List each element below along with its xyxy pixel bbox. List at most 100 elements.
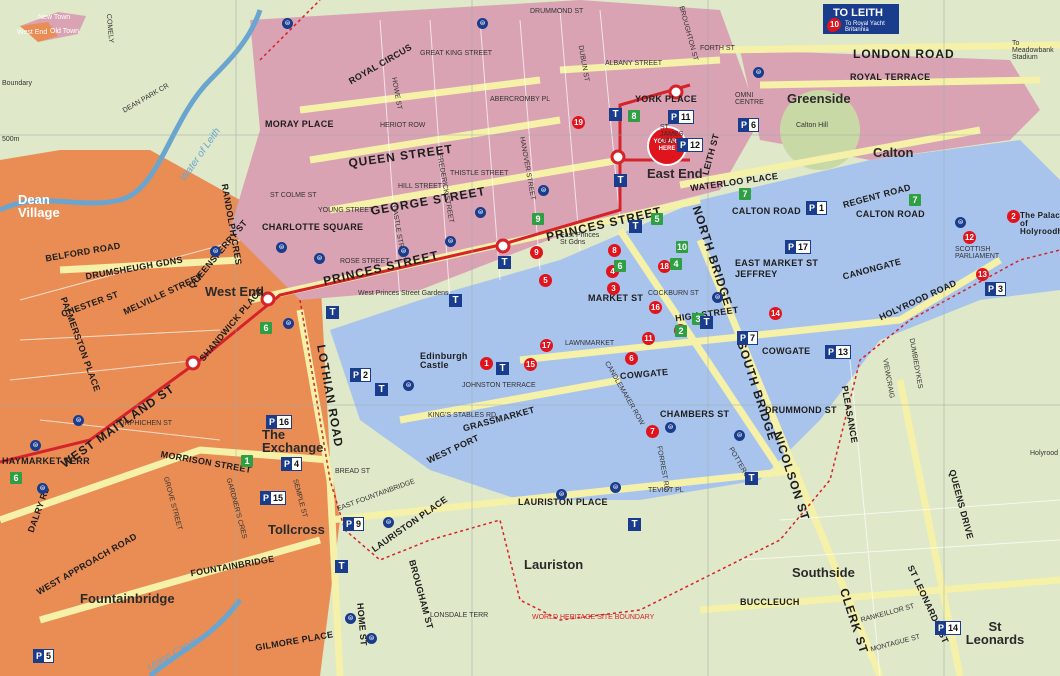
attraction-pin[interactable]: 5 bbox=[539, 274, 552, 287]
green-route-box[interactable]: 6 bbox=[260, 322, 272, 334]
bus-stop-icon[interactable]: ⊜ bbox=[276, 242, 287, 253]
street-abercromby: ABERCROMBY PL bbox=[490, 96, 551, 103]
parking-badge[interactable]: P6 bbox=[738, 118, 760, 132]
label-scottish-parliament: SCOTTISH PARLIAMENT bbox=[955, 246, 1000, 260]
street-east-market: EAST MARKET ST bbox=[735, 258, 819, 268]
bus-stop-icon[interactable]: ⊜ bbox=[403, 380, 414, 391]
attraction-pin[interactable]: 14 bbox=[769, 307, 782, 320]
street-royal-terrace: ROYAL TERRACE bbox=[850, 72, 931, 82]
parking-badge[interactable]: P2 bbox=[350, 368, 372, 382]
green-route-box[interactable]: 6 bbox=[10, 472, 22, 484]
green-route-box[interactable]: 6 bbox=[614, 260, 626, 272]
parking-badge[interactable]: P 13 bbox=[825, 345, 852, 359]
label-tollcross: Tollcross bbox=[268, 522, 325, 537]
parking-badge[interactable]: P3 bbox=[985, 282, 1007, 296]
green-route-box[interactable]: 7 bbox=[909, 194, 921, 206]
green-route-box[interactable]: 9 bbox=[532, 213, 544, 225]
tram-stop-icon[interactable]: T bbox=[335, 560, 348, 573]
tram-stop-icon[interactable]: T bbox=[614, 174, 627, 187]
street-torphichen: TORPHICHEN ST bbox=[115, 420, 173, 427]
label-dean-village: Dean Village bbox=[18, 192, 60, 220]
attraction-pin[interactable]: 12 bbox=[963, 231, 976, 244]
tram-stop-icon[interactable]: T bbox=[629, 220, 642, 233]
street-moray: MORAY PLACE bbox=[265, 119, 334, 129]
green-route-box[interactable]: 8 bbox=[628, 110, 640, 122]
bus-stop-icon[interactable]: ⊜ bbox=[538, 185, 549, 196]
bus-stop-icon[interactable]: ⊜ bbox=[283, 318, 294, 329]
attraction-pin[interactable]: 2 bbox=[1007, 210, 1020, 223]
label-to-meadowbank: To Meadowbank Stadium bbox=[1012, 40, 1054, 61]
bus-stop-icon[interactable]: ⊜ bbox=[30, 440, 41, 451]
tram-stop-icon[interactable]: T bbox=[745, 472, 758, 485]
bus-stop-icon[interactable]: ⊜ bbox=[366, 633, 377, 644]
attraction-pin[interactable]: 3 bbox=[607, 282, 620, 295]
tram-stop-icon[interactable]: T bbox=[700, 316, 713, 329]
parking-badge[interactable]: P1 bbox=[806, 201, 828, 215]
attraction-pin[interactable]: 11 bbox=[642, 332, 655, 345]
green-route-box[interactable]: 5 bbox=[651, 213, 663, 225]
attraction-pin[interactable]: 10 bbox=[828, 18, 841, 31]
tram-stop-icon[interactable]: T bbox=[628, 518, 641, 531]
green-route-box[interactable]: 4 bbox=[670, 258, 682, 270]
bus-stop-icon[interactable]: ⊜ bbox=[398, 246, 409, 257]
parking-badge[interactable]: P9 bbox=[343, 517, 365, 531]
bus-stop-icon[interactable]: ⊜ bbox=[282, 18, 293, 29]
legend-scale: 500m bbox=[2, 136, 20, 143]
parking-badge[interactable]: P 16 bbox=[266, 415, 293, 429]
bus-stop-icon[interactable]: ⊜ bbox=[477, 18, 488, 29]
attraction-pin[interactable]: 7 bbox=[646, 425, 659, 438]
street-haymarket-terr: HAYMARKET TERR bbox=[2, 456, 90, 466]
bus-stop-icon[interactable]: ⊜ bbox=[734, 430, 745, 441]
attraction-pin[interactable]: 15 bbox=[524, 358, 537, 371]
green-route-box[interactable]: 10 bbox=[676, 241, 688, 253]
tram-stop-icon[interactable]: T bbox=[609, 108, 622, 121]
bus-stop-icon[interactable]: ⊜ bbox=[955, 217, 966, 228]
attraction-pin[interactable]: 6 bbox=[625, 352, 638, 365]
bus-stop-icon[interactable]: ⊜ bbox=[383, 517, 394, 528]
attraction-pin[interactable]: 8 bbox=[608, 244, 621, 257]
bus-stop-icon[interactable]: ⊜ bbox=[73, 415, 84, 426]
bus-stop-icon[interactable]: ⊜ bbox=[475, 207, 486, 218]
parking-badge[interactable]: P 12 bbox=[677, 138, 704, 152]
parking-badge[interactable]: P5 bbox=[33, 649, 55, 663]
bus-stop-icon[interactable]: ⊜ bbox=[712, 292, 723, 303]
tram-stop-icon[interactable]: T bbox=[449, 294, 462, 307]
street-kings-stables: KING'S STABLES RD bbox=[428, 412, 497, 419]
attraction-pin[interactable]: 9 bbox=[530, 246, 543, 259]
bus-stop-icon[interactable]: ⊜ bbox=[753, 67, 764, 78]
attraction-pin[interactable]: 19 bbox=[572, 116, 585, 129]
street-young: YOUNG STREET bbox=[318, 207, 374, 214]
tram-stop-icon[interactable]: T bbox=[326, 306, 339, 319]
green-route-box[interactable]: 2 bbox=[675, 325, 687, 337]
bus-stop-icon[interactable]: ⊜ bbox=[210, 246, 221, 257]
legend-west-end: West End bbox=[17, 29, 48, 36]
green-route-box[interactable]: 7 bbox=[739, 188, 751, 200]
label-calton: Calton bbox=[873, 145, 914, 160]
street-lonsdale: LONSDALE TERR bbox=[430, 612, 489, 619]
bus-stop-icon[interactable]: ⊜ bbox=[314, 253, 325, 264]
parking-badge[interactable]: P 14 bbox=[935, 621, 962, 635]
bus-stop-icon[interactable]: ⊜ bbox=[345, 613, 356, 624]
bus-stop-icon[interactable]: ⊜ bbox=[610, 482, 621, 493]
tram-stop-icon[interactable]: T bbox=[496, 362, 509, 375]
bus-stop-icon[interactable]: ⊜ bbox=[556, 489, 567, 500]
street-hill: HILL STREET bbox=[398, 183, 443, 190]
attraction-pin[interactable]: 13 bbox=[976, 268, 989, 281]
street-chambers: CHAMBERS ST bbox=[660, 409, 730, 419]
tram-stop-icon[interactable]: T bbox=[375, 383, 388, 396]
map-canvas[interactable]: New Town West End Old Town Boundary 500m… bbox=[0, 0, 1060, 676]
attraction-pin[interactable]: 16 bbox=[649, 301, 662, 314]
parking-badge[interactable]: P7 bbox=[737, 331, 759, 345]
parking-badge[interactable]: P4 bbox=[281, 457, 303, 471]
parking-badge[interactable]: P 17 bbox=[785, 240, 812, 254]
label-east-end: East End bbox=[647, 166, 703, 181]
bus-stop-icon[interactable]: ⊜ bbox=[665, 422, 676, 433]
bus-stop-icon[interactable]: ⊜ bbox=[37, 483, 48, 494]
bus-stop-icon[interactable]: ⊜ bbox=[445, 236, 456, 247]
attraction-pin[interactable]: 17 bbox=[540, 339, 553, 352]
parking-badge[interactable]: P 11 bbox=[668, 110, 694, 124]
tram-stop-icon[interactable]: T bbox=[498, 256, 511, 269]
parking-badge[interactable]: P 15 bbox=[260, 491, 287, 505]
green-route-box[interactable]: 1 bbox=[241, 455, 253, 467]
attraction-pin[interactable]: 1 bbox=[480, 357, 493, 370]
